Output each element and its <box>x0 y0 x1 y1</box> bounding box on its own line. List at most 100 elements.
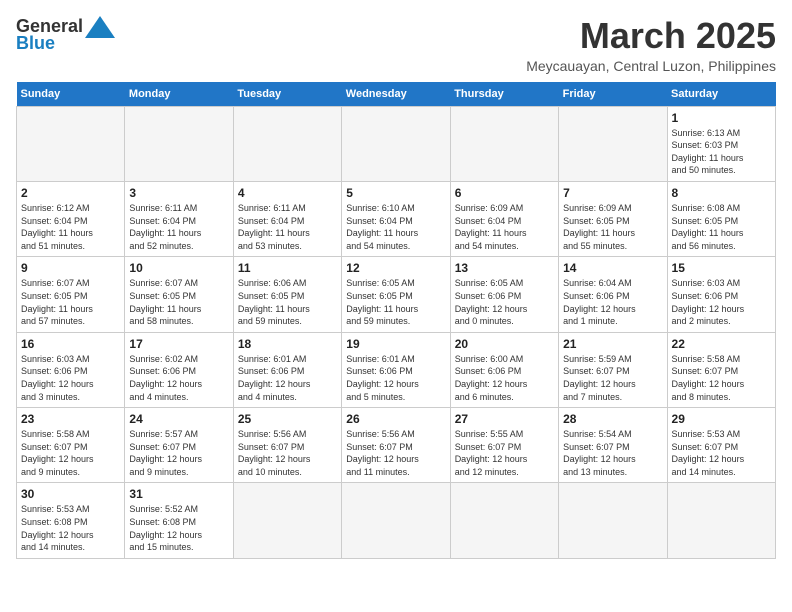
day-info: Sunrise: 6:05 AM Sunset: 6:05 PM Dayligh… <box>346 277 445 327</box>
weekday-header-monday: Monday <box>125 82 233 107</box>
day-info: Sunrise: 5:58 AM Sunset: 6:07 PM Dayligh… <box>672 353 771 403</box>
calendar-cell-1-2: 4 Sunrise: 6:11 AM Sunset: 6:04 PM Daylig… <box>233 181 341 256</box>
calendar-cell-3-4: 20 Sunrise: 6:00 AM Sunset: 6:06 PM Dayli… <box>450 332 558 407</box>
day-number: 31 <box>129 487 228 501</box>
location-title: Meycauayan, Central Luzon, Philippines <box>526 58 776 74</box>
title-area: March 2025 Meycauayan, Central Luzon, Ph… <box>526 16 776 74</box>
weekday-header-wednesday: Wednesday <box>342 82 450 107</box>
day-number: 15 <box>672 261 771 275</box>
day-number: 20 <box>455 337 554 351</box>
calendar-cell-4-5: 28 Sunrise: 5:54 AM Sunset: 6:07 PM Dayli… <box>559 408 667 483</box>
calendar-cell-2-6: 15 Sunrise: 6:03 AM Sunset: 6:06 PM Dayli… <box>667 257 775 332</box>
day-info: Sunrise: 6:01 AM Sunset: 6:06 PM Dayligh… <box>238 353 337 403</box>
calendar-cell-4-4: 27 Sunrise: 5:55 AM Sunset: 6:07 PM Dayli… <box>450 408 558 483</box>
calendar-cell-5-1: 31 Sunrise: 5:52 AM Sunset: 6:08 PM Dayli… <box>125 483 233 558</box>
calendar-cell-2-0: 9Sunrise: 6:07 AM Sunset: 6:05 PM Daylig… <box>17 257 125 332</box>
day-info: Sunrise: 5:56 AM Sunset: 6:07 PM Dayligh… <box>346 428 445 478</box>
day-number: 13 <box>455 261 554 275</box>
day-number: 27 <box>455 412 554 426</box>
day-info: Sunrise: 5:57 AM Sunset: 6:07 PM Dayligh… <box>129 428 228 478</box>
day-info: Sunrise: 6:13 AM Sunset: 6:03 PM Dayligh… <box>672 127 771 177</box>
day-info: Sunrise: 6:00 AM Sunset: 6:06 PM Dayligh… <box>455 353 554 403</box>
logo-icon <box>85 16 115 38</box>
weekday-header-tuesday: Tuesday <box>233 82 341 107</box>
day-info: Sunrise: 5:58 AM Sunset: 6:07 PM Dayligh… <box>21 428 120 478</box>
calendar-cell-2-3: 12 Sunrise: 6:05 AM Sunset: 6:05 PM Dayli… <box>342 257 450 332</box>
calendar-cell-5-3 <box>342 483 450 558</box>
day-number: 29 <box>672 412 771 426</box>
calendar-cell-1-3: 5 Sunrise: 6:10 AM Sunset: 6:04 PM Daylig… <box>342 181 450 256</box>
day-number: 22 <box>672 337 771 351</box>
day-info: Sunrise: 6:12 AM Sunset: 6:04 PM Dayligh… <box>21 202 120 252</box>
day-info: Sunrise: 5:52 AM Sunset: 6:08 PM Dayligh… <box>129 503 228 553</box>
day-info: Sunrise: 6:07 AM Sunset: 6:05 PM Dayligh… <box>129 277 228 327</box>
calendar-cell-0-4 <box>450 106 558 181</box>
calendar-table: SundayMondayTuesdayWednesdayThursdayFrid… <box>16 82 776 559</box>
day-number: 5 <box>346 186 445 200</box>
calendar-cell-0-6: 1 Sunrise: 6:13 AM Sunset: 6:03 PM Daylig… <box>667 106 775 181</box>
day-info: Sunrise: 5:55 AM Sunset: 6:07 PM Dayligh… <box>455 428 554 478</box>
weekday-header-sunday: Sunday <box>17 82 125 107</box>
calendar-week-2: 9Sunrise: 6:07 AM Sunset: 6:05 PM Daylig… <box>17 257 776 332</box>
day-info: Sunrise: 6:11 AM Sunset: 6:04 PM Dayligh… <box>129 202 228 252</box>
day-number: 18 <box>238 337 337 351</box>
day-number: 8 <box>672 186 771 200</box>
calendar-week-1: 2 Sunrise: 6:12 AM Sunset: 6:04 PM Daylig… <box>17 181 776 256</box>
day-info: Sunrise: 6:07 AM Sunset: 6:05 PM Dayligh… <box>21 277 120 327</box>
calendar-cell-1-5: 7Sunrise: 6:09 AM Sunset: 6:05 PM Daylig… <box>559 181 667 256</box>
day-number: 23 <box>21 412 120 426</box>
calendar-cell-4-3: 26 Sunrise: 5:56 AM Sunset: 6:07 PM Dayli… <box>342 408 450 483</box>
calendar-cell-0-2 <box>233 106 341 181</box>
day-info: Sunrise: 6:03 AM Sunset: 6:06 PM Dayligh… <box>672 277 771 327</box>
day-info: Sunrise: 6:09 AM Sunset: 6:04 PM Dayligh… <box>455 202 554 252</box>
day-number: 6 <box>455 186 554 200</box>
day-info: Sunrise: 6:11 AM Sunset: 6:04 PM Dayligh… <box>238 202 337 252</box>
day-info: Sunrise: 5:59 AM Sunset: 6:07 PM Dayligh… <box>563 353 662 403</box>
month-title: March 2025 <box>526 16 776 56</box>
day-info: Sunrise: 6:01 AM Sunset: 6:06 PM Dayligh… <box>346 353 445 403</box>
day-info: Sunrise: 5:56 AM Sunset: 6:07 PM Dayligh… <box>238 428 337 478</box>
day-number: 28 <box>563 412 662 426</box>
calendar-cell-2-2: 11Sunrise: 6:06 AM Sunset: 6:05 PM Dayli… <box>233 257 341 332</box>
calendar-cell-0-0 <box>17 106 125 181</box>
day-number: 24 <box>129 412 228 426</box>
day-number: 30 <box>21 487 120 501</box>
day-number: 4 <box>238 186 337 200</box>
calendar-cell-1-0: 2 Sunrise: 6:12 AM Sunset: 6:04 PM Daylig… <box>17 181 125 256</box>
page-header: General Blue March 2025 Meycauayan, Cent… <box>16 16 776 74</box>
calendar-cell-1-1: 3Sunrise: 6:11 AM Sunset: 6:04 PM Daylig… <box>125 181 233 256</box>
calendar-cell-3-3: 19Sunrise: 6:01 AM Sunset: 6:06 PM Dayli… <box>342 332 450 407</box>
day-number: 1 <box>672 111 771 125</box>
calendar-week-3: 16Sunrise: 6:03 AM Sunset: 6:06 PM Dayli… <box>17 332 776 407</box>
calendar-cell-1-6: 8 Sunrise: 6:08 AM Sunset: 6:05 PM Daylig… <box>667 181 775 256</box>
logo: General Blue <box>16 16 115 54</box>
day-number: 11 <box>238 261 337 275</box>
calendar-week-5: 30 Sunrise: 5:53 AM Sunset: 6:08 PM Dayli… <box>17 483 776 558</box>
calendar-cell-2-1: 10Sunrise: 6:07 AM Sunset: 6:05 PM Dayli… <box>125 257 233 332</box>
day-number: 26 <box>346 412 445 426</box>
day-info: Sunrise: 5:53 AM Sunset: 6:07 PM Dayligh… <box>672 428 771 478</box>
day-info: Sunrise: 6:04 AM Sunset: 6:06 PM Dayligh… <box>563 277 662 327</box>
day-number: 12 <box>346 261 445 275</box>
calendar-cell-4-0: 23 Sunrise: 5:58 AM Sunset: 6:07 PM Dayli… <box>17 408 125 483</box>
weekday-header-row: SundayMondayTuesdayWednesdayThursdayFrid… <box>17 82 776 107</box>
calendar-cell-5-4 <box>450 483 558 558</box>
day-number: 2 <box>21 186 120 200</box>
logo-blue: Blue <box>16 34 55 54</box>
day-number: 25 <box>238 412 337 426</box>
calendar-cell-2-4: 13Sunrise: 6:05 AM Sunset: 6:06 PM Dayli… <box>450 257 558 332</box>
calendar-cell-3-1: 17Sunrise: 6:02 AM Sunset: 6:06 PM Dayli… <box>125 332 233 407</box>
calendar-week-0: 1 Sunrise: 6:13 AM Sunset: 6:03 PM Daylig… <box>17 106 776 181</box>
calendar-cell-5-2 <box>233 483 341 558</box>
calendar-cell-3-0: 16Sunrise: 6:03 AM Sunset: 6:06 PM Dayli… <box>17 332 125 407</box>
calendar-cell-5-5 <box>559 483 667 558</box>
calendar-cell-5-0: 30 Sunrise: 5:53 AM Sunset: 6:08 PM Dayli… <box>17 483 125 558</box>
day-info: Sunrise: 5:53 AM Sunset: 6:08 PM Dayligh… <box>21 503 120 553</box>
day-info: Sunrise: 6:10 AM Sunset: 6:04 PM Dayligh… <box>346 202 445 252</box>
calendar-cell-3-6: 22 Sunrise: 5:58 AM Sunset: 6:07 PM Dayli… <box>667 332 775 407</box>
calendar-cell-3-5: 21Sunrise: 5:59 AM Sunset: 6:07 PM Dayli… <box>559 332 667 407</box>
day-info: Sunrise: 5:54 AM Sunset: 6:07 PM Dayligh… <box>563 428 662 478</box>
calendar-cell-4-1: 24 Sunrise: 5:57 AM Sunset: 6:07 PM Dayli… <box>125 408 233 483</box>
day-number: 16 <box>21 337 120 351</box>
day-info: Sunrise: 6:08 AM Sunset: 6:05 PM Dayligh… <box>672 202 771 252</box>
